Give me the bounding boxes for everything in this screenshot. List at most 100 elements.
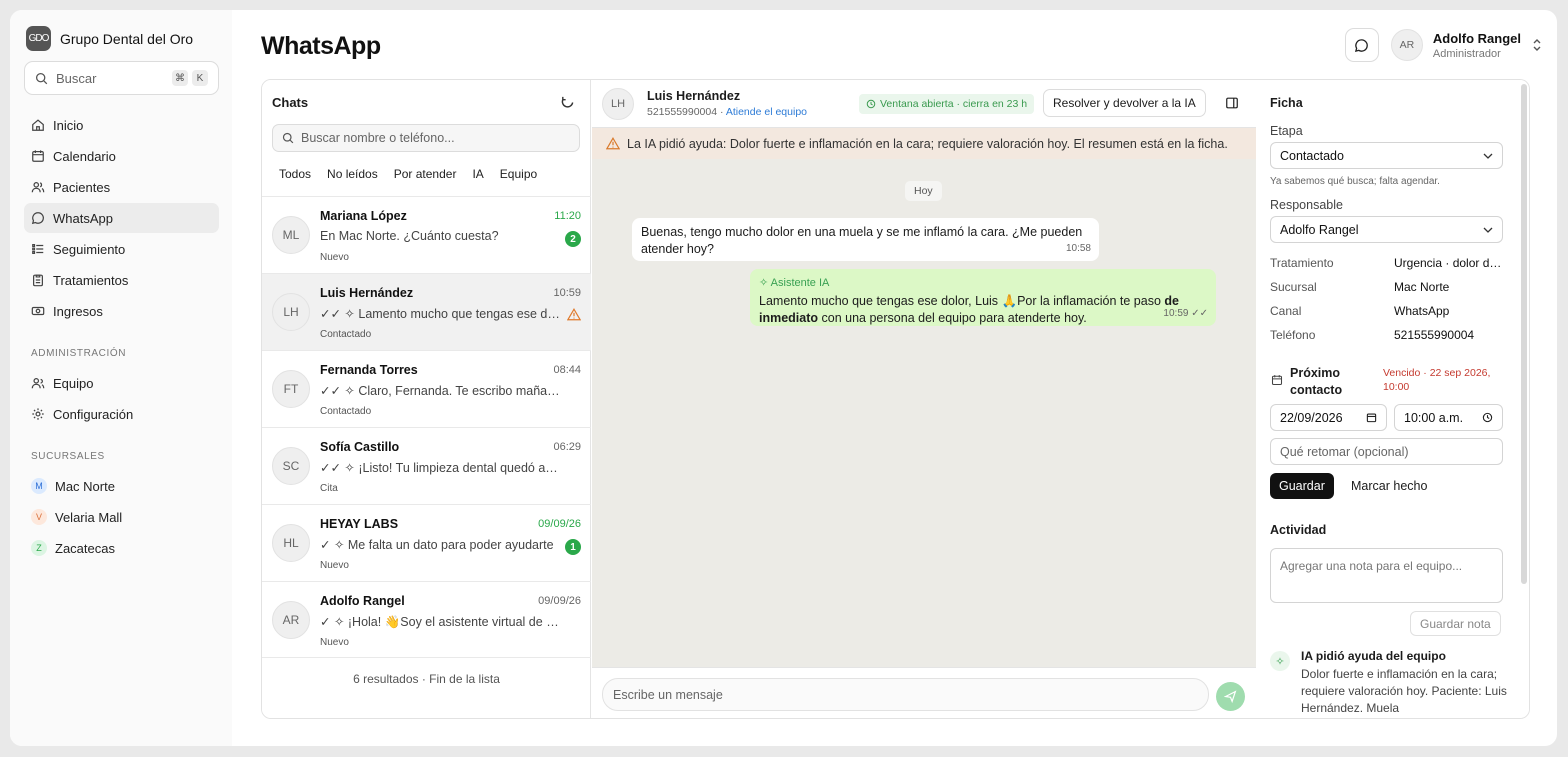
avatar: AR [1390, 29, 1423, 61]
filter-todos[interactable]: Todos [279, 167, 311, 181]
field-key: Tratamiento [1270, 256, 1334, 270]
message-input[interactable]: Escribe un mensaje [602, 678, 1209, 711]
user-menu[interactable]: AR Adolfo Rangel Administrador [1390, 29, 1543, 61]
chat-list-item[interactable]: ML Mariana López 11:20 En Mac Norte. ¿Cu… [262, 196, 591, 273]
app-window: GDO Grupo Dental del Oro Buscar ⌘ K Inic… [10, 10, 1557, 746]
search-icon [35, 72, 48, 84]
gear-icon [32, 408, 44, 420]
chat-list-footer: 6 resultados · Fin de la lista [353, 672, 500, 686]
team-icon [31, 378, 45, 389]
chat-name: Fernanda Torres [320, 363, 418, 377]
chat-list-item[interactable]: FT Fernanda Torres 08:44 ✓✓ ✧ Claro, Fer… [262, 350, 591, 427]
chat-list-item[interactable]: HL HEYAY LABS 09/09/26 ✓ ✧ Me falta un d… [262, 504, 591, 581]
message-text: Lamento mucho que tengas ese dolor, Luis… [759, 294, 1179, 325]
chat-stage: Contactado [320, 329, 372, 340]
sidebar-item-inicio[interactable]: Inicio [24, 110, 219, 140]
save-note-button[interactable]: Guardar nota [1410, 611, 1501, 636]
chat-list-item[interactable]: LH Luis Hernández 10:59 ✓✓ ✧ Lamento muc… [262, 273, 591, 350]
chat-name: Mariana López [320, 209, 407, 223]
brand[interactable]: GDO Grupo Dental del Oro [26, 26, 193, 51]
chat-preview: ✓✓ ✧ ¡Listo! Tu limpieza dental quedó ag… [320, 461, 560, 475]
handler-link[interactable]: Atiende el equipo [726, 106, 807, 118]
owner-select[interactable]: Adolfo Rangel [1270, 216, 1503, 243]
contact-name: Luis Hernández [647, 89, 741, 103]
admin-heading: ADMINISTRACIÓN [31, 348, 127, 359]
sidebar-item-whatsapp[interactable]: WhatsApp [24, 203, 219, 233]
contact-phone: 521555990004 [647, 106, 718, 118]
chat-time: 09/09/26 [538, 518, 581, 530]
sidebar-item-ingresos[interactable]: Ingresos [24, 296, 219, 326]
sidebar-item-calendario[interactable]: Calendario [24, 141, 219, 171]
home-icon [32, 119, 44, 131]
messages-button[interactable] [1344, 28, 1379, 62]
time-value: 10:00 a.m. [1404, 410, 1464, 425]
filter-por-atender[interactable]: Por atender [394, 167, 457, 181]
chat-list-title: Chats [272, 95, 309, 110]
alert-text: La IA pidió ayuda: Dolor fuerte e inflam… [627, 136, 1228, 151]
chat-preview: ✓✓ ✧ Lamento mucho que tengas ese dolor,… [320, 307, 560, 321]
message-text: Buenas, tengo mucho dolor en una muela y… [641, 225, 1083, 256]
clock-icon [866, 99, 876, 109]
sidebar-item-seguimiento[interactable]: Seguimiento [24, 234, 219, 264]
message-time-wrap: 10:59 ✓✓ [1163, 305, 1208, 322]
chat-search-placeholder: Buscar nombre o teléfono... [301, 131, 455, 145]
global-search[interactable]: Buscar ⌘ K [24, 61, 219, 95]
header-actions: AR Adolfo Rangel Administrador [1344, 28, 1543, 62]
calendar-clock-icon [1271, 375, 1283, 386]
calendar-icon [1366, 413, 1377, 423]
sheet-title: Ficha [1270, 96, 1303, 110]
avatar: LH [602, 88, 634, 120]
field-key: Sucursal [1270, 280, 1317, 294]
send-button[interactable] [1216, 682, 1245, 711]
filter-ia[interactable]: IA [472, 167, 483, 181]
sidebar-item-label: Velaria Mall [55, 509, 123, 525]
chat-stage: Nuevo [320, 560, 349, 571]
page-title: WhatsApp [261, 32, 381, 60]
field-value: Urgencia · dolor dental [1394, 256, 1504, 270]
save-button[interactable]: Guardar [1270, 473, 1334, 499]
users-icon [31, 182, 45, 193]
chat-time: 08:44 [553, 364, 581, 376]
ai-tag-label: Asistente IA [770, 277, 830, 289]
sidebar-item-zacatecas[interactable]: Z Zacatecas [24, 533, 219, 563]
sidebar-item-pacientes[interactable]: Pacientes [24, 172, 219, 202]
time-input[interactable]: 10:00 a.m. [1394, 404, 1503, 431]
stage-select[interactable]: Contactado [1270, 142, 1503, 169]
sidebar-item-equipo[interactable]: Equipo [24, 368, 219, 398]
calendar-icon [32, 150, 44, 162]
chat-preview: ✓ ✧ Me falta un dato para poder ayudarte [320, 538, 554, 552]
refresh-icon[interactable] [560, 95, 575, 110]
date-input[interactable]: 22/09/2026 [1270, 404, 1387, 431]
resolve-button[interactable]: Resolver y devolver a la IA [1043, 89, 1206, 117]
chat-preview: En Mac Norte. ¿Cuánto cuesta? [320, 229, 499, 243]
chat-search-input[interactable]: Buscar nombre o teléfono... [272, 124, 580, 152]
filter-no-leidos[interactable]: No leídos [327, 167, 378, 181]
sidebar-item-label: Calendario [53, 148, 116, 164]
chat-list-item[interactable]: SC Sofía Castillo 06:29 ✓✓ ✧ ¡Listo! Tu … [262, 427, 591, 504]
stage-label: Etapa [1270, 124, 1303, 138]
sidebar-item-configuracion[interactable]: Configuración [24, 399, 219, 429]
sidebar: GDO Grupo Dental del Oro Buscar ⌘ K Inic… [10, 10, 232, 746]
sidebar-item-tratamientos[interactable]: Tratamientos [24, 265, 219, 295]
sidebar-item-velaria-mall[interactable]: V Velaria Mall [24, 502, 219, 532]
retake-input[interactable]: Qué retomar (opcional) [1270, 438, 1503, 465]
stage-hint: Ya sabemos qué busca; falta agendar. [1270, 176, 1440, 187]
overdue-line-2: 10:00 [1383, 381, 1410, 393]
sidebar-item-label: Configuración [53, 406, 134, 422]
day-separator: Hoy [905, 181, 942, 201]
sidebar-item-label: Mac Norte [55, 478, 115, 494]
next-contact-label: Próximo contacto [1290, 365, 1342, 399]
field-key: Teléfono [1270, 328, 1316, 342]
filter-equipo[interactable]: Equipo [500, 167, 537, 181]
chat-list-item[interactable]: AR Adolfo Rangel 09/09/26 ✓ ✧ ¡Hola! 👋So… [262, 581, 591, 658]
panel-toggle-icon[interactable] [1225, 96, 1239, 110]
mark-done-button[interactable]: Marcar hecho [1351, 473, 1427, 499]
note-textarea[interactable]: Agregar una nota para el equipo... [1270, 548, 1503, 603]
sheet-scrollbar[interactable] [1521, 84, 1527, 584]
money-icon [31, 306, 45, 316]
stage-value: Contactado [1280, 148, 1344, 163]
sidebar-item-label: Zacatecas [55, 540, 115, 556]
chat-name: Adolfo Rangel [320, 594, 405, 608]
sidebar-item-mac-norte[interactable]: M Mac Norte [24, 471, 219, 501]
chevron-down-icon [1483, 153, 1493, 159]
